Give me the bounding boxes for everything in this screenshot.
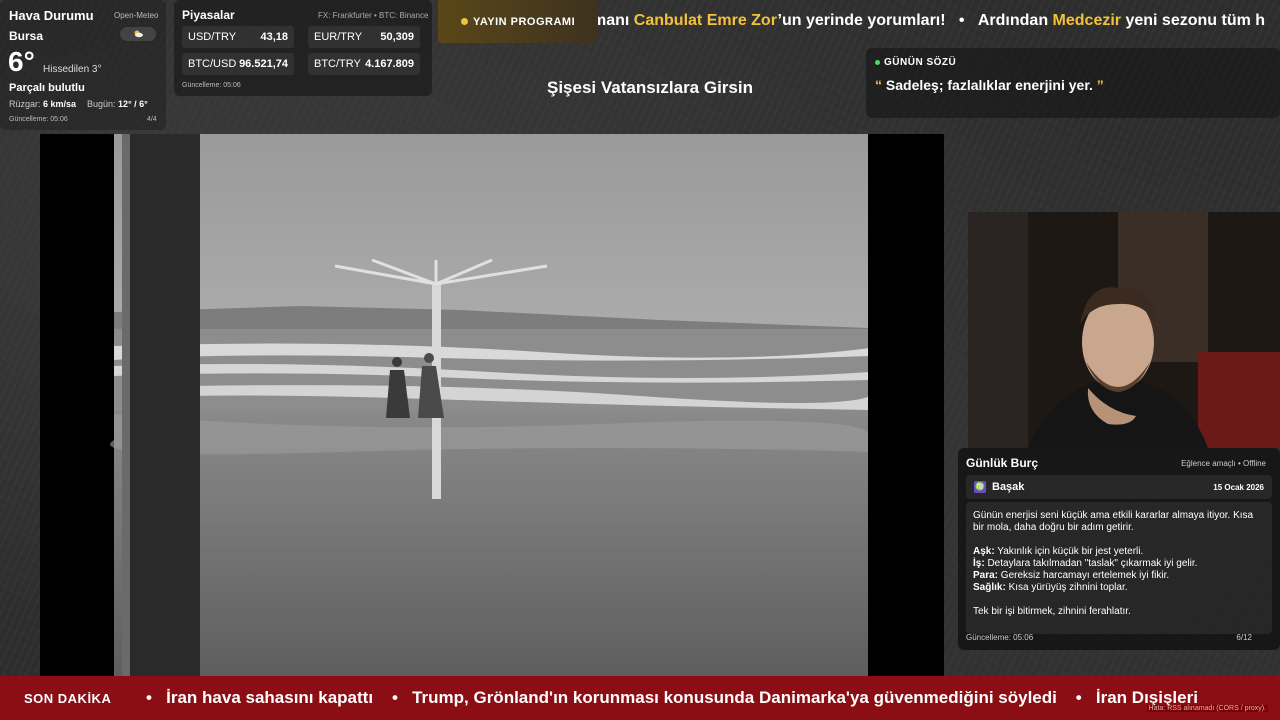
- markets-updated: Güncelleme: 05:06: [182, 82, 241, 89]
- horoscope-item-work: İş: Detaylara takılmadan "taslak" çıkarm…: [973, 558, 1198, 569]
- horoscope-outro: Tek bir işi bitirmek, zihnini ferahlatır…: [973, 606, 1131, 617]
- weather-source: Open-Meteo: [114, 11, 159, 20]
- partly-cloudy-icon: [120, 27, 156, 41]
- weather-today: Bugün: 12° / 6°: [87, 99, 148, 109]
- dot-icon: [875, 60, 880, 65]
- breaking-ticker: • İran hava sahasını kapattı • Trump, Gr…: [146, 688, 1198, 708]
- horoscope-title: Günlük Burç: [966, 456, 1039, 470]
- market-usdtry: USD/TRY 43,18: [182, 26, 294, 48]
- weather-title: Hava Durumu: [9, 8, 94, 23]
- market-btctry: BTC/TRY 4.167.809: [308, 53, 420, 75]
- quote-text-line: “ Sadeleş; fazlalıklar enerjini yer. ”: [875, 77, 1104, 93]
- horoscope-widget: Günlük Burç Eğlence amaçlı • Offline ♍ B…: [958, 448, 1280, 650]
- ticker-separator: •: [391, 688, 398, 707]
- horoscope-item-love: Aşk: Yakınlık için küçük bir jest yeterl…: [973, 546, 1144, 557]
- horoscope-subtitle: Eğlence amaçlı • Offline: [1181, 459, 1266, 468]
- horoscope-sign-row: ♍ Başak 15 Ocak 2026: [966, 475, 1272, 499]
- markets-title: Piyasalar: [182, 8, 235, 22]
- weather-city: Bursa: [9, 29, 44, 43]
- breaking-label: SON DAKİKA: [24, 691, 112, 706]
- weather-page: 4/4: [147, 116, 157, 123]
- ticker-part: Ardından: [977, 12, 1053, 29]
- horoscope-item-money: Para: Gereksiz harcamayı ertelemek iyi f…: [973, 570, 1170, 581]
- weather-updated: Güncelleme: 05:06: [9, 116, 68, 123]
- market-eurtry: EUR/TRY 50,309: [308, 26, 420, 48]
- weather-wind: Rüzgar: 6 km/sa: [9, 99, 77, 109]
- quote-close-mark: ”: [1096, 77, 1104, 93]
- video-player[interactable]: [40, 134, 944, 676]
- webcam-image: [968, 212, 1280, 448]
- horoscope-item-health: Sağlık: Kısa yürüyüş zihnini toplar.: [973, 582, 1128, 593]
- horoscope-body: Günün enerjisi seni küçük ama etkili kar…: [966, 502, 1272, 634]
- markets-source: FX: Frankfurter • BTC: Binance: [318, 11, 429, 20]
- stream-overlay: { "weather": { "title": "Hava Durumu", "…: [0, 0, 1280, 720]
- film-frame: [40, 134, 944, 676]
- ticker-part: manı: [598, 12, 630, 29]
- horoscope-sign: Başak: [992, 481, 1025, 493]
- breaking-item: İran hava sahasını kapattı: [166, 688, 374, 707]
- ticker-part: ’un yerinde yorumları!: [777, 12, 946, 29]
- ticker-highlight: Canbulat Emre Zor: [633, 12, 778, 29]
- horoscope-intro: Günün enerjisi seni küçük ama etkili kar…: [973, 510, 1254, 533]
- quote-text: Sadeleş; fazlalıklar enerjini yer.: [885, 77, 1093, 93]
- weather-condition: Parçalı bulutlu: [9, 82, 85, 94]
- dot-icon: [461, 18, 468, 25]
- schedule-badge[interactable]: YAYIN PROGRAMI: [438, 0, 598, 43]
- ticker-separator: •: [1075, 688, 1082, 707]
- horoscope-updated: Güncelleme: 05:06: [966, 633, 1034, 642]
- weather-temp: 6°: [8, 46, 35, 77]
- horoscope-date: 15 Ocak 2026: [1213, 483, 1264, 492]
- top-ticker: manı Canbulat Emre Zor’un yerinde yoruml…: [598, 0, 1280, 43]
- weather-widget: Hava Durumu Open-Meteo Bursa 6° Hissedil…: [0, 0, 166, 130]
- quote-open-mark: “: [875, 77, 882, 93]
- top-ticker-text: manı Canbulat Emre Zor’un yerinde yoruml…: [598, 12, 1265, 30]
- now-playing-title: Şişesi Vatansızlara Girsin: [546, 78, 753, 97]
- weather-feels: Hissedilen 3°: [43, 64, 102, 75]
- market-btcusd: BTC/USD 96.521,74: [182, 53, 294, 75]
- ticker-separator: •: [146, 688, 152, 707]
- horoscope-page: 6/12: [1236, 633, 1252, 642]
- breaking-error: Hata: RSS alınamadı (CORS / proxy).: [1146, 705, 1268, 712]
- quote-widget: GÜNÜN SÖZÜ “ Sadeleş; fazlalıklar enerji…: [866, 48, 1280, 118]
- breaking-item: Trump, Grönland'ın korunması konusunda D…: [412, 688, 1057, 707]
- ticker-highlight: Medcezir: [1052, 12, 1122, 29]
- ticker-separator: •: [958, 12, 965, 29]
- breaking-news-bar: SON DAKİKA • İran hava sahasını kapattı …: [0, 676, 1280, 720]
- quote-label: GÜNÜN SÖZÜ: [884, 57, 957, 68]
- ticker-part: yeni sezonu tüm h: [1121, 12, 1266, 29]
- webcam-feed: [968, 212, 1280, 448]
- schedule-label: YAYIN PROGRAMI: [473, 16, 576, 28]
- markets-widget: Piyasalar FX: Frankfurter • BTC: Binance…: [174, 0, 432, 96]
- virgo-icon: ♍: [974, 481, 986, 493]
